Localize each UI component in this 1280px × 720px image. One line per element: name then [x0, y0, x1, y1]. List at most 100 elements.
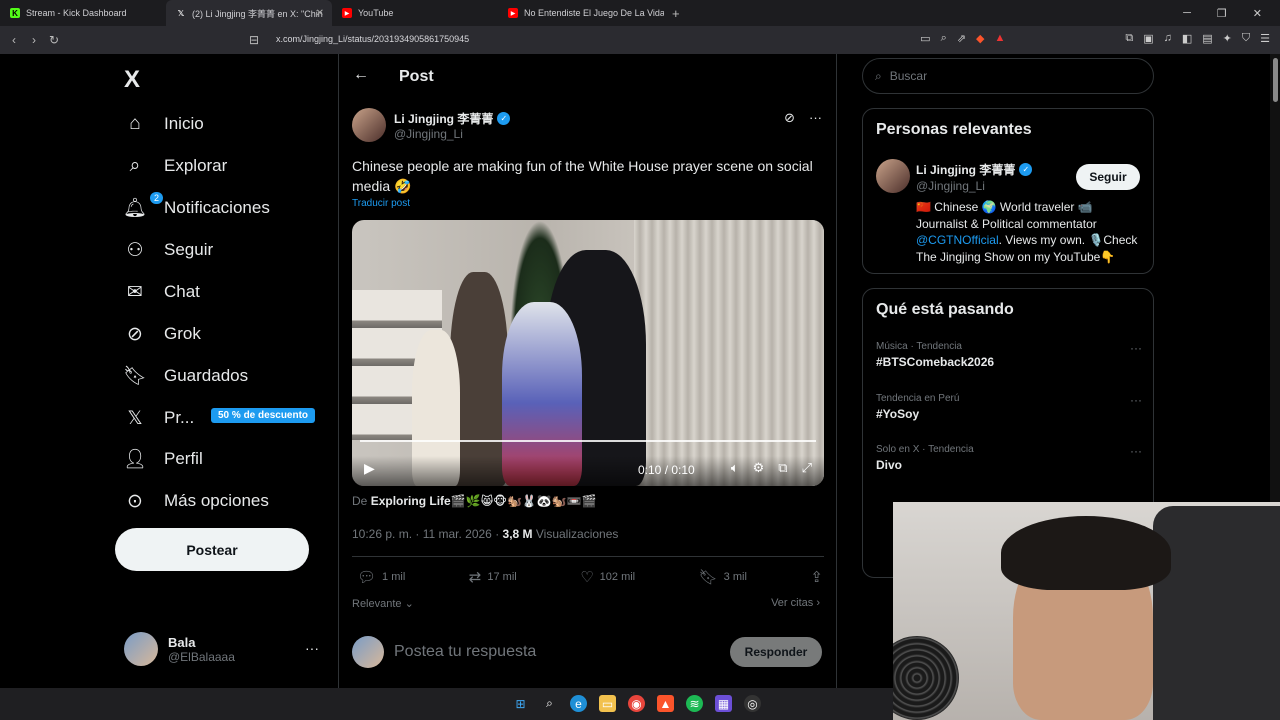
- zoom-icon[interactable]: ⌕: [941, 32, 947, 45]
- menu-icon[interactable]: ☰: [1260, 32, 1270, 45]
- extensions-icon[interactable]: ⧉: [1125, 32, 1133, 45]
- media-icon[interactable]: ♫: [1164, 32, 1172, 45]
- new-tab-button[interactable]: +: [664, 6, 688, 21]
- vpn-icon[interactable]: ⛉: [1242, 32, 1250, 45]
- forward-icon[interactable]: ›: [24, 33, 44, 47]
- brave-icon[interactable]: ▲: [657, 695, 674, 712]
- sidebar-item-guardados[interactable]: 🔖︎ Guardados: [123, 362, 248, 390]
- grok-explain-icon[interactable]: ⊘: [784, 110, 795, 126]
- more-options-icon[interactable]: ···: [1130, 444, 1142, 458]
- sidebar-item-notificaciones[interactable]: 🔔︎ 2 Notificaciones: [123, 192, 270, 222]
- sidebar-item-perfil[interactable]: 👤︎ Perfil: [123, 445, 203, 473]
- post-timestamp[interactable]: 10:26 p. m. · 11 mar. 2026 ·: [352, 527, 503, 541]
- windows-start-icon[interactable]: ⊞: [512, 695, 529, 712]
- reader-icon[interactable]: ▭: [920, 32, 930, 45]
- bio-mention-link[interactable]: @CGTNOfficial: [916, 233, 999, 247]
- leo-icon[interactable]: ✦: [1223, 32, 1232, 45]
- sidebar-item-label: Chat: [164, 282, 200, 301]
- settings-icon[interactable]: ⚙: [753, 460, 765, 476]
- post-stats: 💬︎ 1 mil ⇄ 17 mil ♡ 102 mil 🔖︎ 3 mil ⇪: [357, 568, 823, 586]
- translate-link[interactable]: Traducir post: [352, 198, 410, 209]
- close-window-icon[interactable]: ✕: [1253, 7, 1262, 20]
- reply-button[interactable]: 💬︎ 1 mil: [357, 568, 405, 586]
- left-sidebar: X ⌂ Inicio ⌕ Explorar 🔔︎ 2 Notificacione…: [110, 54, 338, 688]
- share-icon[interactable]: ⇗: [957, 32, 966, 45]
- card-title: Personas relevantes: [876, 121, 1032, 138]
- search-icon[interactable]: ⌕: [541, 695, 558, 712]
- volume-icon[interactable]: 🔈︎: [731, 460, 739, 476]
- sidebar-item-explorar[interactable]: ⌕ Explorar: [124, 152, 228, 180]
- more-options-icon[interactable]: ···: [1130, 393, 1142, 407]
- video-progress-bar[interactable]: [360, 440, 816, 442]
- sidebar-item-premium[interactable]: 𝕏 Pr...: [124, 404, 194, 432]
- spotify-icon[interactable]: ≋: [686, 695, 703, 712]
- relevant-name[interactable]: Li Jingjing 李菁菁: [916, 161, 1015, 178]
- trend-item[interactable]: Tendencia en Perú #YoSoy ···: [876, 393, 1142, 421]
- tab-search-icon[interactable]: ▣: [1143, 32, 1153, 45]
- bookmark-button[interactable]: 🔖︎ 3 mil: [699, 568, 747, 586]
- chrome-icon[interactable]: ◉: [628, 695, 645, 712]
- brave-shield-icon[interactable]: ◆: [976, 32, 984, 45]
- close-tab-icon[interactable]: ✕: [316, 8, 324, 19]
- back-icon[interactable]: ‹: [4, 33, 24, 47]
- video-player[interactable]: ▶ 0:10 / 0:10 🔈︎ ⚙ ⧉ ⤢: [352, 220, 824, 486]
- trend-item[interactable]: Música · Tendencia #BTSComeback2026 ···: [876, 341, 1142, 369]
- tab-x-post[interactable]: 𝕏 (2) Li Jingjing 李菁菁 en X: "Chin ✕: [166, 0, 332, 26]
- premium-discount-badge[interactable]: 50 % de descuento: [211, 408, 316, 423]
- video-controls: ▶ 0:10 / 0:10 🔈︎ ⚙ ⧉ ⤢: [352, 456, 824, 486]
- wallet-icon[interactable]: ▤: [1202, 32, 1212, 45]
- tab-kick[interactable]: K Stream - Kick Dashboard: [0, 0, 166, 26]
- fullscreen-icon[interactable]: ⤢: [802, 460, 812, 476]
- kick-favicon-icon: K: [10, 8, 20, 18]
- sidebar-item-chat[interactable]: ✉ Chat: [124, 278, 200, 306]
- more-options-icon[interactable]: ···: [809, 110, 822, 126]
- more-options-icon[interactable]: ···: [1130, 341, 1142, 355]
- bookmark-page-icon[interactable]: ⊟: [244, 33, 264, 47]
- follow-button[interactable]: Seguir: [1076, 164, 1140, 190]
- more-options-icon[interactable]: ···: [305, 640, 319, 656]
- reply-input[interactable]: Postea tu respuesta: [394, 643, 536, 661]
- account-switcher[interactable]: Bala @ElBalaaaa ···: [124, 632, 319, 666]
- tab-youtube[interactable]: ▶ YouTube: [332, 0, 498, 26]
- sidebar-item-inicio[interactable]: ⌂ Inicio: [124, 110, 204, 138]
- url-field[interactable]: x.com/Jingjing_Li/status/203193490586175…: [276, 34, 469, 44]
- youtube-favicon-icon: ▶: [508, 8, 518, 18]
- x-logo-icon[interactable]: X: [124, 66, 140, 94]
- edge-icon[interactable]: e: [570, 695, 587, 712]
- sidebar-item-mas-opciones[interactable]: ⊙ Más opciones: [124, 487, 269, 515]
- notification-badge: 2: [150, 192, 164, 204]
- trend-category: Solo en X · Tendencia: [876, 444, 974, 455]
- repost-button[interactable]: ⇄ 17 mil: [469, 568, 517, 586]
- video-time: 0:10 / 0:10: [638, 463, 695, 477]
- sidebar-item-label: Inicio: [164, 114, 204, 133]
- scrollbar-thumb[interactable]: [1273, 58, 1278, 102]
- pip-icon[interactable]: ⧉: [778, 460, 787, 476]
- file-explorer-icon[interactable]: ▭: [599, 695, 616, 712]
- post-author[interactable]: Li Jingjing 李菁菁 ✓ @Jingjing_Li: [352, 108, 511, 142]
- trend-topic: #YoSoy: [876, 407, 920, 421]
- trend-item[interactable]: Solo en X · Tendencia Divo ···: [876, 444, 1142, 472]
- restore-icon[interactable]: ❐: [1217, 7, 1227, 20]
- search-input[interactable]: ⌕ Buscar: [862, 58, 1154, 94]
- tab-label: No Entendiste El Juego De La Vida (H: [524, 8, 664, 18]
- share-button[interactable]: ⇪: [810, 568, 823, 586]
- sort-replies-dropdown[interactable]: Relevante ⌄: [352, 597, 414, 610]
- tab-youtube-video[interactable]: ▶ No Entendiste El Juego De La Vida (H: [498, 0, 664, 26]
- view-quotes-link[interactable]: Ver citas ›: [771, 597, 820, 609]
- brave-rewards-icon[interactable]: ▲: [994, 32, 1005, 45]
- avatar[interactable]: [876, 159, 910, 193]
- post-button[interactable]: Postear: [115, 528, 309, 571]
- minimize-icon[interactable]: ─: [1183, 7, 1191, 20]
- play-icon[interactable]: ▶: [364, 460, 375, 477]
- app-icon[interactable]: ▦: [715, 695, 732, 712]
- obs-icon[interactable]: ◎: [744, 695, 761, 712]
- sidebar-item-seguir[interactable]: ⚇ Seguir: [124, 236, 213, 264]
- like-button[interactable]: ♡ 102 mil: [580, 568, 635, 586]
- source-name[interactable]: Exploring Life🎬🌿😸🐵🐿️🐰🐼🐿️📼🎬: [371, 494, 597, 508]
- sidebar-item-grok[interactable]: ⊘ Grok: [124, 320, 201, 348]
- reload-icon[interactable]: ↻: [44, 33, 64, 47]
- bookmark-icon: 🔖︎: [698, 569, 718, 586]
- reply-submit-button[interactable]: Responder: [730, 637, 822, 667]
- back-arrow-icon[interactable]: ←: [353, 66, 369, 84]
- sidebar-toggle-icon[interactable]: ◧: [1182, 32, 1192, 45]
